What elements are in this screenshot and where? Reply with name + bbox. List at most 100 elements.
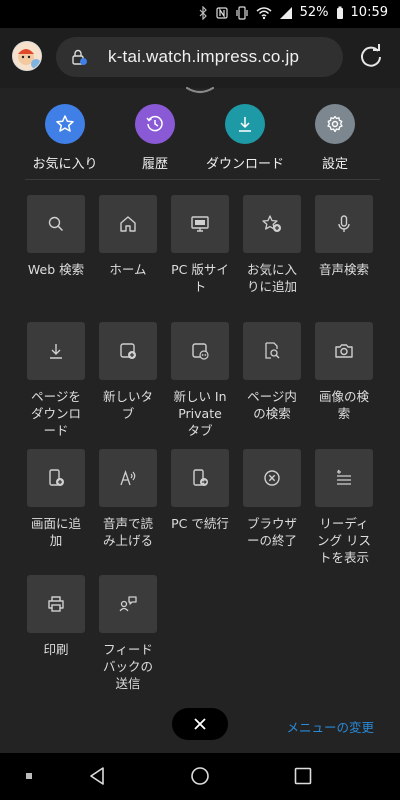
- tile-read-aloud-label: 音声で読み上げる: [102, 516, 153, 548]
- reload-icon[interactable]: [358, 43, 384, 69]
- tile-new-inprivate-tab[interactable]: 新しい InPrivate タブ: [171, 322, 243, 439]
- battery-icon: [336, 6, 343, 19]
- recents-icon[interactable]: [294, 767, 312, 785]
- tile-image-search[interactable]: 画像の検索: [315, 322, 387, 422]
- tile-feedback[interactable]: フィードバックの送信: [99, 575, 171, 692]
- quick-settings-label: 設定: [321, 157, 348, 172]
- tile-continue-on-pc-label: PC で続行: [171, 516, 229, 531]
- tile-home[interactable]: ホーム: [99, 195, 171, 278]
- menu-sheet: お気に入り 履歴 ダウンロード 設定 Web 検索 ホーム PC 版サイト お気…: [0, 86, 400, 753]
- tile-find-in-page-box: [243, 322, 301, 380]
- address-bar: k-tai.watch.impress.co.jp: [0, 28, 400, 88]
- change-menu-link[interactable]: メニューの変更: [286, 717, 374, 736]
- sheet-drag-handle[interactable]: [186, 86, 214, 94]
- tile-web-search[interactable]: Web 検索: [27, 195, 99, 278]
- quick-favorites-label: お気に入り: [32, 157, 98, 172]
- vibrate-icon: [236, 5, 248, 20]
- quick-settings[interactable]: 設定: [290, 104, 380, 172]
- tile-web-search-box: [27, 195, 85, 253]
- tile-add-favorite-label: お気に入りに追加: [246, 262, 297, 294]
- tile-desktop-site[interactable]: PC 版サイト: [171, 195, 243, 295]
- tile-add-to-screen-box: [27, 449, 85, 507]
- avatar-image: [13, 42, 41, 70]
- tile-close-browser[interactable]: ブラウザーの終了: [243, 449, 315, 549]
- tile-reading-list-label: リーディング リストを表示: [317, 516, 371, 565]
- tile-voice-search[interactable]: 音声検索: [315, 195, 387, 278]
- tile-image-search-label: 画像の検索: [318, 389, 369, 421]
- battery-percent: 52%: [299, 5, 329, 20]
- tile-read-aloud[interactable]: 音声で読み上げる: [99, 449, 171, 549]
- tile-image-search-box: [315, 322, 373, 380]
- system-nav-bar: [0, 753, 400, 800]
- url-field[interactable]: k-tai.watch.impress.co.jp: [56, 37, 343, 77]
- nav-dot-icon[interactable]: [25, 772, 33, 780]
- tile-reading-list-box: [315, 449, 373, 507]
- tile-feedback-label: フィードバックの送信: [102, 642, 153, 691]
- divider: [25, 179, 380, 180]
- tile-desktop-site-box: [171, 195, 229, 253]
- tile-read-aloud-box: [99, 449, 157, 507]
- profile-avatar[interactable]: [12, 41, 42, 71]
- quick-history-label: 履歴: [141, 157, 168, 172]
- star-icon: [56, 115, 74, 132]
- tile-voice-search-box: [315, 195, 373, 253]
- search-icon: [48, 216, 64, 232]
- tile-close-browser-label: ブラウザーの終了: [246, 516, 297, 548]
- tile-add-favorite[interactable]: お気に入りに追加: [243, 195, 315, 295]
- tile-close-browser-box: [243, 449, 301, 507]
- tile-download-page-box: [27, 322, 85, 380]
- tile-download-page[interactable]: ページをダウンロード: [27, 322, 99, 439]
- read-aloud-icon: [120, 470, 136, 486]
- status-bar: 52% 10:59: [0, 0, 400, 28]
- tile-print-box: [27, 575, 85, 633]
- tile-new-tab[interactable]: 新しいタブ: [99, 322, 171, 422]
- new-tab-icon: [120, 343, 136, 359]
- nfc-icon: [216, 6, 228, 19]
- download-icon: [239, 117, 251, 132]
- tile-print-label: 印刷: [43, 642, 69, 657]
- desktop-icon: [191, 216, 209, 232]
- tile-new-inprivate-tab-box: [171, 322, 229, 380]
- quick-favorites-circle: [45, 104, 85, 144]
- inprivate-tab-icon: [192, 343, 209, 360]
- tile-add-favorite-box: [243, 195, 301, 253]
- microphone-icon: [338, 215, 350, 232]
- quick-downloads[interactable]: ダウンロード: [200, 104, 290, 172]
- close-menu-button[interactable]: [172, 708, 228, 740]
- tile-home-label: ホーム: [109, 262, 147, 277]
- tile-feedback-box: [99, 575, 157, 633]
- url-text: k-tai.watch.impress.co.jp: [108, 47, 300, 66]
- quick-settings-circle: [315, 104, 355, 144]
- tile-new-tab-label: 新しいタブ: [102, 389, 153, 421]
- download-icon: [50, 344, 62, 359]
- tile-home-box: [99, 195, 157, 253]
- tile-desktop-site-label: PC 版サイト: [171, 262, 229, 294]
- quick-favorites[interactable]: お気に入り: [20, 104, 110, 172]
- camera-icon: [335, 344, 353, 358]
- back-icon[interactable]: [88, 766, 108, 786]
- tile-add-to-screen-label: 画面に追加: [30, 516, 81, 548]
- wifi-icon: [256, 6, 272, 19]
- quick-history[interactable]: 履歴: [110, 104, 200, 172]
- reading-list-icon: [337, 469, 351, 485]
- tile-add-to-screen[interactable]: 画面に追加: [27, 449, 99, 549]
- tile-reading-list[interactable]: リーディング リストを表示: [315, 449, 387, 566]
- quick-actions: お気に入り 履歴 ダウンロード 設定: [0, 104, 400, 172]
- history-icon: [146, 115, 163, 132]
- star-add-icon: [262, 215, 281, 232]
- print-icon: [48, 596, 64, 612]
- close-icon: [194, 718, 206, 730]
- clock: 10:59: [350, 5, 388, 20]
- feedback-icon: [119, 596, 137, 612]
- home-icon: [120, 216, 136, 232]
- lock-icon[interactable]: [70, 48, 88, 66]
- home-nav-icon[interactable]: [190, 766, 210, 786]
- tile-download-page-label: ページをダウンロード: [30, 389, 81, 438]
- tile-continue-on-pc-box: [171, 449, 229, 507]
- tile-continue-on-pc[interactable]: PC で続行: [171, 449, 243, 532]
- tile-web-search-label: Web 検索: [27, 262, 85, 277]
- tile-find-in-page[interactable]: ページ内の検索: [243, 322, 315, 422]
- quick-downloads-label: ダウンロード: [205, 157, 284, 172]
- tile-print[interactable]: 印刷: [27, 575, 99, 658]
- signal-icon: [279, 6, 292, 19]
